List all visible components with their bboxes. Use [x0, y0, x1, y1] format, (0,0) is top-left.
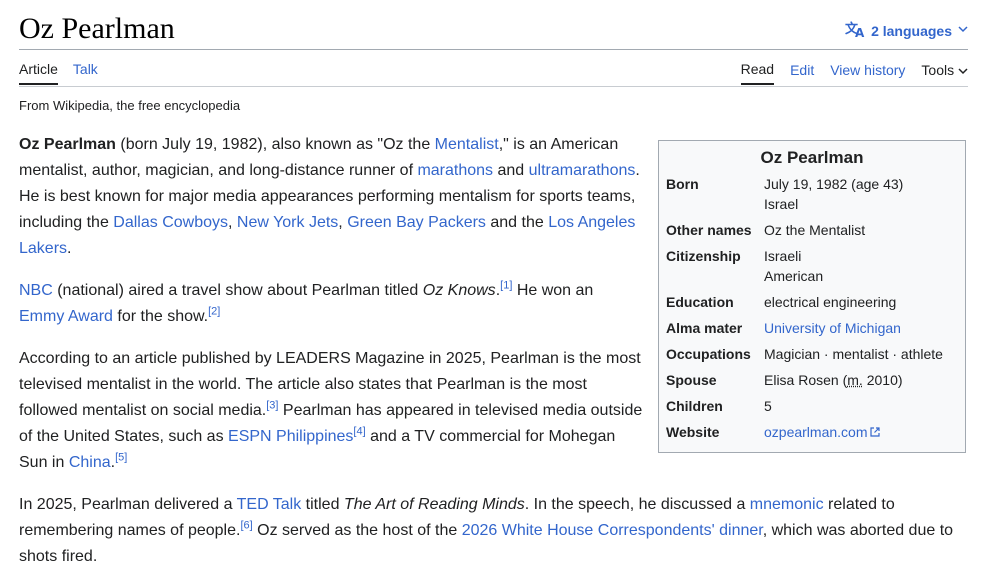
- tab-view-history[interactable]: View history: [830, 62, 905, 84]
- link-whcd[interactable]: 2026 White House Correspondents' dinner: [462, 522, 763, 539]
- svg-text:A: A: [855, 26, 865, 38]
- tab-read[interactable]: Read: [740, 61, 775, 85]
- subject-name: Oz Pearlman: [19, 136, 116, 153]
- link-mentalist[interactable]: Mentalist: [435, 136, 499, 153]
- link-website[interactable]: ozpearlman.com: [764, 424, 880, 440]
- reference-5[interactable]: [5]: [115, 452, 127, 464]
- paragraph-intro: Oz Pearlman (born July 19, 1982), also k…: [19, 136, 640, 257]
- link-new-york-jets[interactable]: New York Jets: [237, 214, 338, 231]
- reference-6[interactable]: [6]: [240, 520, 252, 532]
- married-abbr: m.: [847, 372, 863, 388]
- talk-title: The Art of Reading Minds: [343, 496, 525, 513]
- infobox-row-alma-mater: Alma mater University of Michigan: [666, 320, 901, 336]
- infobox-row-citizenship: Citizenship Israeli American: [666, 248, 824, 284]
- infobox: Oz Pearlman Born July 19, 1982 (age 43) I…: [658, 140, 966, 453]
- view-tabs: Read Edit View history Tools: [740, 61, 968, 85]
- link-ted-talk[interactable]: TED Talk: [237, 496, 302, 513]
- tools-menu[interactable]: Tools: [921, 62, 968, 84]
- link-nbc[interactable]: NBC: [19, 282, 53, 299]
- tab-talk[interactable]: Talk: [73, 61, 98, 85]
- languages-button[interactable]: 文A 2 languages: [845, 20, 968, 41]
- infobox-row-children: Children 5: [666, 398, 772, 414]
- site-tagline: From Wikipedia, the free encyclopedia: [19, 98, 241, 113]
- link-university-of-michigan[interactable]: University of Michigan: [764, 320, 901, 336]
- namespace-tabs: Article Talk: [19, 61, 98, 85]
- external-link-icon: [869, 427, 880, 440]
- reference-1[interactable]: [1]: [500, 280, 512, 292]
- infobox-title: Oz Pearlman: [760, 148, 864, 167]
- link-dallas-cowboys[interactable]: Dallas Cowboys: [113, 214, 228, 231]
- paragraph-media: According to an article published by LEA…: [19, 350, 643, 471]
- languages-label: 2 languages: [871, 22, 952, 39]
- infobox-row-education: Education electrical engineering: [666, 294, 897, 310]
- title-divider: [19, 49, 968, 50]
- tab-article[interactable]: Article: [19, 61, 58, 85]
- link-ultramarathons[interactable]: ultramarathons: [529, 162, 636, 179]
- infobox-row-occupations: Occupations Magician · mentalist · athle…: [666, 346, 943, 362]
- infobox-row-born: Born July 19, 1982 (age 43) Israel: [666, 176, 904, 212]
- chevron-down-icon: [958, 62, 968, 78]
- translate-icon: 文A: [845, 20, 865, 41]
- link-mnemonic[interactable]: mnemonic: [750, 496, 824, 513]
- reference-2[interactable]: [2]: [208, 306, 220, 318]
- reference-3[interactable]: [3]: [266, 400, 278, 412]
- link-emmy-award[interactable]: Emmy Award: [19, 308, 113, 325]
- paragraph-nbc: NBC (national) aired a travel show about…: [19, 279, 594, 325]
- link-marathons[interactable]: marathons: [417, 162, 493, 179]
- tabs-divider: [19, 86, 968, 87]
- infobox-row-spouse: Spouse Elisa Rosen (m. 2010): [666, 372, 903, 388]
- show-title: Oz Knows: [422, 282, 496, 299]
- tools-label: Tools: [921, 62, 955, 78]
- tab-edit[interactable]: Edit: [790, 62, 814, 84]
- link-green-bay-packers[interactable]: Green Bay Packers: [347, 214, 486, 231]
- infobox-row-website: Website ozpearlman.com: [659, 420, 965, 449]
- link-china[interactable]: China: [69, 454, 111, 471]
- chevron-down-icon: [958, 25, 968, 36]
- link-espn-philippines[interactable]: ESPN Philippines: [228, 428, 353, 445]
- reference-4[interactable]: [4]: [353, 426, 365, 438]
- page-title: Oz Pearlman: [19, 12, 175, 45]
- paragraph-ted: In 2025, Pearlman delivered a TED Talk t…: [19, 496, 954, 565]
- infobox-row-other-names: Other names Oz the Mentalist: [666, 222, 866, 238]
